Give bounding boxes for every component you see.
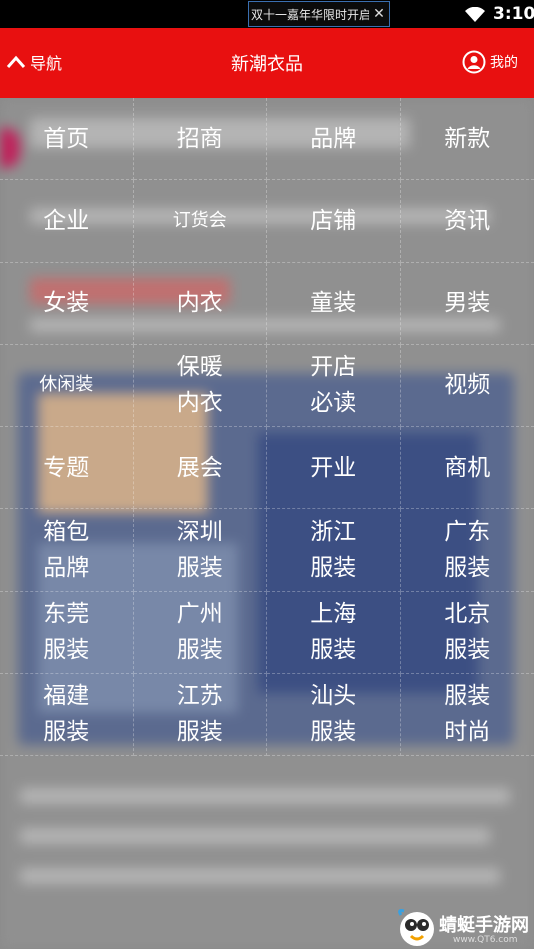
menu-item[interactable]: 女装: [0, 262, 134, 345]
menu-item[interactable]: 商机: [400, 427, 534, 510]
user-icon: [462, 50, 486, 74]
menu-item[interactable]: 北京 服装: [400, 592, 534, 674]
menu-item[interactable]: 广东 服装: [400, 509, 534, 592]
nav-menu-grid: 首页 招商 品牌 新款 企业 订货会 店铺 资讯 女装 内衣 童装 男装 休闲装…: [0, 98, 534, 756]
menu-item[interactable]: 资讯: [400, 180, 534, 263]
menu-item[interactable]: 广州 服装: [133, 591, 267, 674]
menu-item[interactable]: 江苏 服装: [133, 673, 267, 756]
close-icon[interactable]: ✕: [369, 6, 389, 22]
watermark-text: 蜻蜓手游网: [439, 915, 529, 936]
menu-item[interactable]: 开店 必读: [267, 344, 401, 427]
menu-item[interactable]: 童装: [267, 262, 401, 345]
menu-item[interactable]: 汕头 服装: [267, 673, 401, 756]
menu-item[interactable]: 订货会: [133, 180, 267, 263]
menu-item[interactable]: 浙江 服装: [267, 509, 401, 592]
menu-item[interactable]: 企业: [0, 180, 134, 263]
status-bar: 双十一嘉年华限时开启 ✕ 3:10: [0, 0, 534, 28]
menu-item[interactable]: 男装: [400, 263, 534, 345]
watermark-url: www.QT6.com: [453, 935, 518, 945]
menu-item[interactable]: 视频: [400, 345, 534, 427]
menu-item[interactable]: 品牌: [267, 98, 401, 181]
menu-item[interactable]: 福建 服装: [0, 673, 134, 756]
menu-item[interactable]: 开业: [267, 427, 401, 510]
notification-banner[interactable]: 双十一嘉年华限时开启 ✕: [248, 1, 390, 27]
menu-item[interactable]: 保暖 内衣: [133, 344, 267, 427]
menu-item[interactable]: 休闲装: [0, 344, 134, 427]
notification-text: 双十一嘉年华限时开启: [251, 7, 369, 22]
profile-label: 我的: [490, 55, 518, 71]
page-title: 新潮衣品: [231, 54, 303, 75]
menu-item[interactable]: 店铺: [267, 180, 401, 263]
profile-button[interactable]: 我的: [462, 50, 518, 74]
app-header: 导航 新潮衣品 我的: [0, 28, 534, 98]
menu-item[interactable]: 首页: [0, 98, 134, 181]
wifi-icon: [465, 7, 485, 22]
menu-item[interactable]: 展会: [133, 427, 267, 510]
menu-item[interactable]: 深圳 服装: [133, 509, 267, 592]
menu-item[interactable]: 上海 服装: [267, 591, 401, 674]
menu-item[interactable]: 东莞 服装: [0, 591, 134, 674]
menu-item[interactable]: 专题: [0, 427, 134, 510]
menu-item[interactable]: 新款: [400, 98, 534, 181]
menu-item[interactable]: 服装 时尚: [400, 674, 534, 756]
clock: 3:10: [493, 4, 534, 24]
menu-item[interactable]: 招商: [133, 98, 267, 181]
menu-item[interactable]: 箱包 品牌: [0, 509, 134, 592]
dragonfly-logo-icon: [398, 909, 434, 946]
site-watermark: 蜻蜓手游网 www.QT6.com: [395, 905, 534, 949]
menu-item[interactable]: 内衣: [133, 262, 267, 345]
